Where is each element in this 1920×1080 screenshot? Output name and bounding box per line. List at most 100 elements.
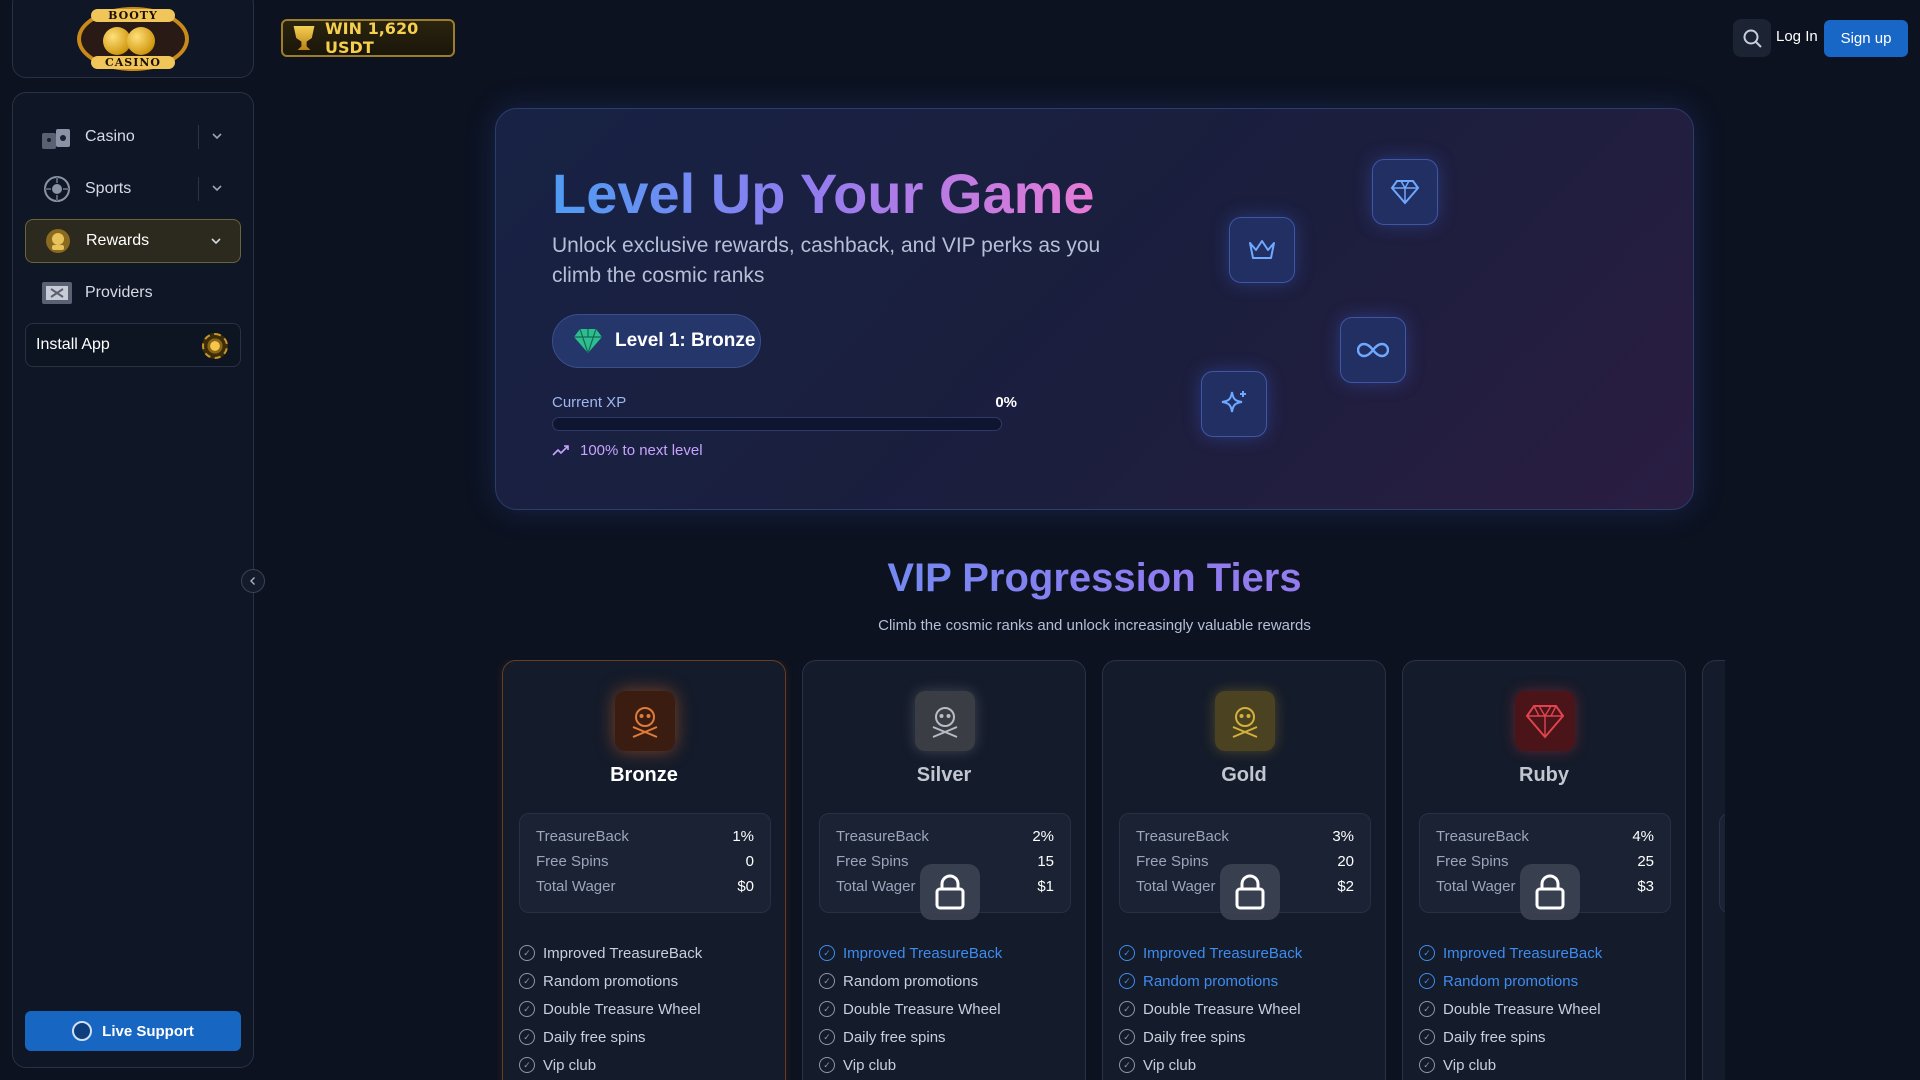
sidebar-item-label: Casino bbox=[85, 128, 135, 145]
xp-value: 0% bbox=[995, 394, 1017, 411]
list-item: ✓ Double Treasure Wheel bbox=[519, 995, 771, 1023]
rewards-icon bbox=[40, 225, 76, 257]
vip-section-subtitle: Climb the cosmic ranks and unlock increa… bbox=[878, 617, 1311, 634]
list-item: ✓ Improved TreasureBack bbox=[1119, 939, 1371, 967]
check-circle-icon: ✓ bbox=[819, 973, 835, 989]
stat-label: Total Wager bbox=[536, 878, 616, 895]
stat-value: $1 bbox=[1037, 878, 1054, 895]
list-item: ✓ Daily free spins bbox=[519, 1023, 771, 1051]
stat-value: $0 bbox=[737, 878, 754, 895]
perk-label: Double Treasure Wheel bbox=[543, 1000, 701, 1018]
tiers-carousel[interactable]: Bronze TreasureBack 1% Free Spins 0 Total … bbox=[495, 660, 1725, 1080]
stat-label: Free Spins bbox=[536, 853, 609, 870]
chevron-down-icon[interactable] bbox=[209, 128, 225, 144]
tier-stats: TreasureBack 1% Free Spins 0 Total Wager $0 bbox=[519, 813, 771, 913]
install-app-label: Install App bbox=[36, 336, 110, 353]
logo-top-text: BOOTY bbox=[91, 9, 175, 22]
perk-list: ✓ Improved TreasureBack ✓ Random promotion… bbox=[819, 939, 1071, 1079]
list-item: ✓ Daily free spins bbox=[1119, 1023, 1371, 1051]
promo-banner[interactable]: WIN 1,620 USDT bbox=[281, 19, 455, 57]
tier-card-ruby[interactable]: Ruby TreasureBack 4% Free Spins 25 Total W… bbox=[1402, 660, 1686, 1080]
list-item: ✓ Vip club bbox=[519, 1051, 771, 1079]
tier-name: Ruby bbox=[1519, 764, 1569, 786]
tier-card-gold[interactable]: Gold TreasureBack 3% Free Spins 20 Total W… bbox=[1102, 660, 1386, 1080]
check-circle-icon: ✓ bbox=[819, 1029, 835, 1045]
collapse-sidebar-button[interactable] bbox=[241, 569, 265, 593]
tier-card-silver[interactable]: Silver TreasureBack 2% Free Spins 15 Total… bbox=[802, 660, 1086, 1080]
skull-crossbones-icon bbox=[1215, 691, 1275, 751]
install-app-button[interactable]: Install App bbox=[25, 323, 241, 367]
perk-list: ✓ Improved TreasureBack ✓ Random promotion… bbox=[1119, 939, 1371, 1079]
list-item: ✓ Vip club bbox=[819, 1051, 1071, 1079]
perk-label: Random promotions bbox=[843, 972, 979, 990]
tier-card-next[interactable] bbox=[1702, 660, 1725, 1080]
level-label: Level 1: Bronze bbox=[615, 330, 756, 351]
perk-label: Vip club bbox=[543, 1056, 597, 1074]
list-item: ✓ Improved TreasureBack bbox=[1419, 939, 1671, 967]
sidebar-item-rewards[interactable]: Rewards bbox=[25, 219, 241, 263]
stat-label: Free Spins bbox=[1436, 853, 1509, 870]
level-badge: Level 1: Bronze bbox=[552, 314, 761, 368]
signup-button[interactable]: Sign up bbox=[1824, 20, 1908, 57]
stat-value: 1% bbox=[732, 828, 754, 845]
check-circle-icon: ✓ bbox=[1419, 1029, 1435, 1045]
stat-label: Total Wager bbox=[836, 878, 916, 895]
perk-label: Vip club bbox=[1443, 1056, 1497, 1074]
stat-label: TreasureBack bbox=[1136, 828, 1229, 845]
xp-progress-bar bbox=[552, 417, 1002, 431]
stat-value: 0 bbox=[745, 853, 754, 870]
tier-stats: TreasureBack 2% Free Spins 15 Total Wager $… bbox=[819, 813, 1071, 920]
sports-icon bbox=[39, 173, 75, 205]
vip-section-title: VIP Progression Tiers bbox=[495, 556, 1694, 601]
check-circle-icon: ✓ bbox=[1419, 1001, 1435, 1017]
check-circle-icon: ✓ bbox=[819, 1057, 835, 1073]
logo-bottom-text: CASINO bbox=[91, 56, 175, 69]
logo-container[interactable]: BOOTY CASINO bbox=[12, 0, 254, 78]
tier-stats: TreasureBack 4% Free Spins 25 Total Wager $… bbox=[1419, 813, 1671, 920]
sidebar-item-label: Sports bbox=[85, 180, 132, 197]
search-button[interactable] bbox=[1733, 19, 1771, 57]
hero-title: Level Up Your Game bbox=[552, 162, 1095, 225]
live-support-button[interactable]: Live Support bbox=[25, 1011, 241, 1051]
tier-card-bronze[interactable]: Bronze TreasureBack 1% Free Spins 0 Total … bbox=[502, 660, 786, 1080]
next-level-text: 100% to next level bbox=[580, 442, 703, 459]
chevron-down-icon[interactable] bbox=[208, 233, 224, 249]
stat-label: TreasureBack bbox=[836, 828, 929, 845]
trending-up-icon bbox=[552, 444, 569, 456]
sidebar-item-label: Providers bbox=[85, 284, 153, 301]
sidebar-item-casino[interactable]: Casino bbox=[25, 115, 241, 159]
perk-label: Daily free spins bbox=[543, 1028, 646, 1046]
gem-icon bbox=[1515, 691, 1575, 751]
next-level-info: 100% to next level bbox=[552, 442, 703, 459]
login-link[interactable]: Log In bbox=[1776, 28, 1818, 45]
stat-label: Total Wager bbox=[1436, 878, 1516, 895]
perk-label: Daily free spins bbox=[843, 1028, 946, 1046]
sidebar-item-sports[interactable]: Sports bbox=[25, 167, 241, 211]
sidebar-item-providers[interactable]: Providers bbox=[25, 271, 241, 315]
stat-label: TreasureBack bbox=[536, 828, 629, 845]
list-item: ✓ Vip club bbox=[1419, 1051, 1671, 1079]
check-circle-icon: ✓ bbox=[519, 1057, 535, 1073]
lock-icon bbox=[1520, 864, 1580, 920]
stat-value: 25 bbox=[1637, 853, 1654, 870]
check-circle-icon: ✓ bbox=[1419, 945, 1435, 961]
logo-coin bbox=[127, 27, 155, 55]
hero-subtitle: Unlock exclusive rewards, cashback, and … bbox=[552, 234, 1101, 287]
check-circle-icon: ✓ bbox=[1419, 973, 1435, 989]
list-item: ✓ Random promotions bbox=[519, 967, 771, 995]
check-circle-icon: ✓ bbox=[1119, 1029, 1135, 1045]
stat-value: $3 bbox=[1637, 878, 1654, 895]
tier-stats: TreasureBack 3% Free Spins 20 Total Wager $… bbox=[1119, 813, 1371, 920]
list-item: ✓ Random promotions bbox=[1119, 967, 1371, 995]
perk-label: Double Treasure Wheel bbox=[843, 1000, 1001, 1018]
infinity-icon bbox=[1340, 317, 1406, 383]
list-item: ✓ Double Treasure Wheel bbox=[1419, 995, 1671, 1023]
chevron-down-icon[interactable] bbox=[209, 180, 225, 196]
perk-label: Vip club bbox=[843, 1056, 897, 1074]
booty-casino-logo[interactable]: BOOTY CASINO bbox=[77, 7, 189, 71]
perk-label: Daily free spins bbox=[1443, 1028, 1546, 1046]
gear-icon bbox=[202, 333, 228, 359]
list-item: ✓ Random promotions bbox=[819, 967, 1071, 995]
tier-name: Silver bbox=[916, 764, 972, 786]
tier-name: Gold bbox=[1221, 764, 1267, 786]
